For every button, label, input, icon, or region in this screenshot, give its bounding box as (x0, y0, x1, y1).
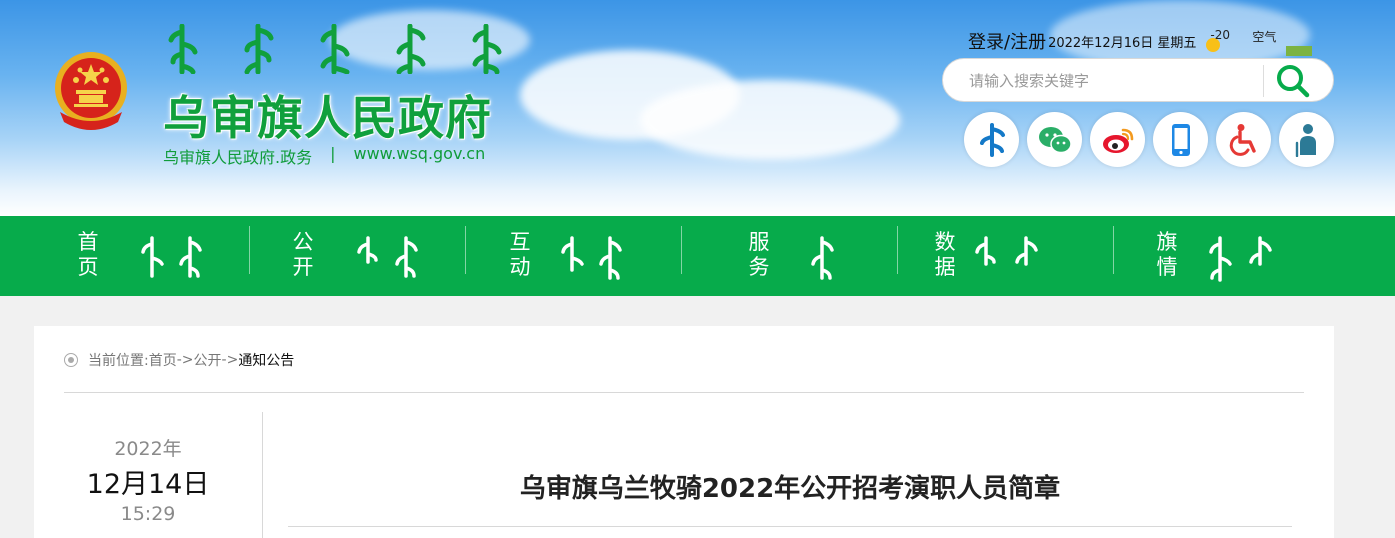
mongolian-glyph-icon (396, 24, 426, 74)
national-emblem-icon[interactable] (52, 50, 130, 136)
breadcrumb-current[interactable]: 通知公告 (238, 350, 294, 370)
air-quality-badge (1286, 46, 1313, 56)
wechat-button[interactable] (1027, 112, 1082, 167)
nav-item-label: 公开 (292, 230, 314, 279)
nav-item-label: 旗情 (1156, 230, 1178, 279)
elderly-mode-button[interactable] (1279, 112, 1334, 167)
site-name-sub: 乌审旗人民政府.政务 (163, 148, 313, 167)
wechat-icon (1038, 126, 1072, 153)
search-input[interactable] (969, 70, 1259, 92)
title-divider (288, 526, 1292, 527)
login-register-link[interactable]: 登录/注册 (968, 28, 1046, 54)
weibo-icon (1102, 128, 1133, 153)
publish-year: 2022年 (114, 438, 182, 460)
mobile-version-button[interactable] (1153, 112, 1208, 167)
nav-item-interact[interactable]: 互动 (432, 216, 648, 296)
mongolian-script-icon (979, 122, 1005, 157)
publish-date: 2022年 12月14日 15:29 (64, 434, 232, 525)
mongolian-version-button[interactable] (964, 112, 1019, 167)
breadcrumb-divider (64, 392, 1304, 393)
nav-item-label: 首页 (77, 230, 99, 279)
article-title: 乌审旗乌兰牧骑2022年公开招考演职人员简章 (519, 474, 1061, 504)
mongolian-nav-script-icon (975, 236, 1038, 266)
breadcrumb-arrow: -> (176, 352, 194, 368)
mongolian-nav-script-icon (561, 236, 622, 280)
air-quality-label: 空气 (1252, 30, 1277, 44)
mongolian-glyph-icon (244, 24, 274, 74)
temperature: -20 (1210, 28, 1230, 42)
nav-item-service[interactable]: 服务 (648, 216, 864, 296)
breadcrumb-section[interactable]: 公开 (194, 350, 222, 370)
mongolian-glyph-icon (168, 24, 198, 74)
weibo-button[interactable] (1090, 112, 1145, 167)
nav-item-home[interactable]: 首页 (0, 216, 216, 296)
mongolian-glyph-icon (320, 24, 350, 74)
search-divider (1263, 65, 1264, 97)
accessibility-button[interactable] (1216, 112, 1271, 167)
publish-time: 15:29 (120, 503, 176, 525)
current-date: 2022年12月16日 星期五 (1048, 36, 1197, 51)
date-divider (262, 412, 263, 538)
site-title[interactable]: 乌审旗人民政府 (163, 82, 492, 148)
nav-item-open[interactable]: 公开 (216, 216, 432, 296)
publish-day: 12月14日 (86, 469, 210, 500)
site-header: 乌审旗人民政府 乌审旗人民政府.政务 | www.wsq.gov.cn 登录/注… (0, 0, 1395, 216)
subtitle-separator: | (330, 144, 336, 163)
mongolian-title-script (165, 24, 503, 74)
nav-item-banner-info[interactable]: 旗情 (1080, 216, 1296, 296)
elderly-icon (1295, 123, 1316, 157)
article-card: 当前位置: 首页 -> 公开 -> 通知公告 2022年 12月14日 15:2… (34, 326, 1334, 538)
breadcrumb-home[interactable]: 首页 (149, 350, 177, 370)
nav-item-label: 互动 (509, 230, 531, 279)
accessibility-icon (1229, 123, 1256, 156)
site-domain: www.wsq.gov.cn (353, 144, 486, 163)
breadcrumb-arrow: -> (221, 352, 239, 368)
mongolian-nav-script-icon (1209, 236, 1272, 282)
main-nav: 首页 公开 互动 服务 数据 旗情 (0, 216, 1395, 296)
search-icon[interactable] (1273, 61, 1313, 101)
quick-icons (964, 112, 1334, 167)
breadcrumb: 当前位置: 首页 -> 公开 -> 通知公告 (64, 350, 294, 370)
cloud-decoration (640, 80, 900, 160)
mongolian-nav-script-icon (141, 236, 202, 278)
breadcrumb-prefix: 当前位置: (88, 353, 149, 369)
top-status-bar: 登录/注册 2022年12月16日 星期五 -20 空气 (968, 28, 1316, 56)
search-bar (942, 58, 1334, 102)
mobile-icon (1171, 123, 1190, 156)
site-subtitle: 乌审旗人民政府.政务 | www.wsq.gov.cn (163, 144, 485, 168)
mongolian-nav-script-icon (357, 236, 418, 278)
location-icon (64, 353, 78, 367)
mongolian-nav-script-icon (811, 236, 834, 280)
nav-item-label: 服务 (748, 230, 770, 279)
weather-widget: -20 空气 (1206, 28, 1316, 56)
nav-item-label: 数据 (934, 230, 956, 279)
mongolian-glyph-icon (472, 24, 502, 74)
nav-item-data[interactable]: 数据 (864, 216, 1080, 296)
